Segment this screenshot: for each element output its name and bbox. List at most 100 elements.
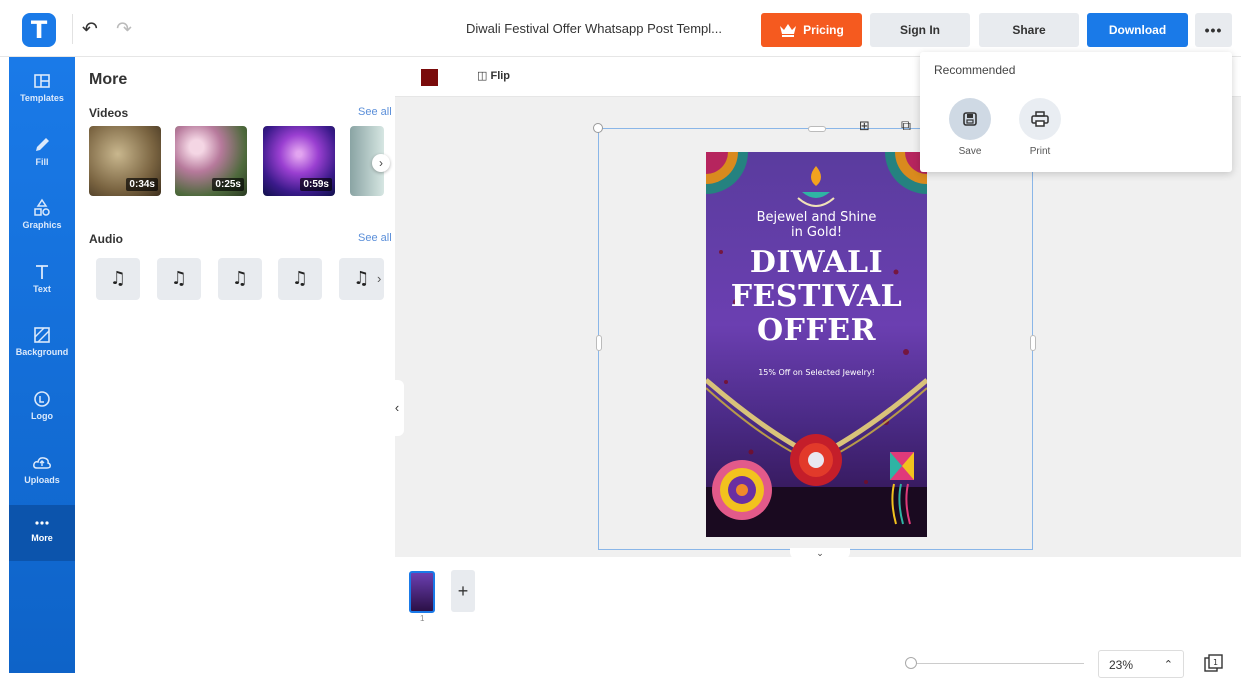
flip-button[interactable]: ◫ Flip: [477, 69, 510, 82]
download-button[interactable]: Download: [1087, 13, 1188, 47]
resize-handle[interactable]: [1030, 335, 1036, 351]
sidebar-item-label: Graphics: [22, 220, 62, 230]
chevron-up-icon: ⌃: [1163, 658, 1173, 671]
page-thumbnail[interactable]: [409, 571, 435, 613]
print-option[interactable]: Print: [1010, 98, 1070, 157]
flip-label: Flip: [490, 70, 511, 82]
add-page-button[interactable]: +: [451, 570, 475, 612]
video-thumbnail[interactable]: 0:25s: [175, 126, 247, 196]
redo-icon[interactable]: ↷: [116, 18, 132, 40]
undo-icon[interactable]: ↶: [82, 18, 98, 40]
poster-tagline-text: Bejewel and Shine in Gold!: [756, 210, 877, 240]
panel-title: More: [89, 71, 128, 88]
video-thumbnail[interactable]: 0:59s: [263, 126, 335, 196]
collapse-panel-button[interactable]: ‹: [390, 380, 404, 436]
pricing-button[interactable]: Pricing: [761, 13, 862, 47]
zoom-slider[interactable]: [906, 663, 1084, 664]
video-duration: 0:34s: [126, 178, 158, 191]
flip-icon: ◫: [477, 69, 488, 82]
music-note-icon: ♫: [231, 268, 249, 289]
text-icon: [36, 265, 48, 279]
zoom-value: 23%: [1109, 658, 1134, 672]
sidebar-item-text[interactable]: Text: [9, 256, 75, 312]
sidebar-item-more[interactable]: More: [9, 505, 75, 561]
duplicate-icon[interactable]: ⧉: [901, 118, 911, 134]
audio-item[interactable]: ♫: [218, 258, 262, 300]
save-option[interactable]: Save: [940, 98, 1000, 157]
sidebar-item-label: Text: [33, 284, 51, 294]
audio-item[interactable]: ♫: [96, 258, 140, 300]
document-title[interactable]: Diwali Festival Offer Whatsapp Post Temp…: [466, 21, 722, 36]
more-options-button[interactable]: •••: [1195, 13, 1232, 47]
print-label: Print: [1029, 146, 1051, 157]
music-note-icon: ♫: [291, 268, 309, 289]
poster-headline: DIWALI FESTIVAL OFFER: [706, 246, 927, 348]
pricing-label: Pricing: [803, 23, 844, 37]
sidebar-item-uploads[interactable]: Uploads: [9, 447, 75, 503]
more-dots-icon: [35, 521, 49, 525]
more-options-dropdown: Recommended Save Print: [920, 52, 1232, 172]
resize-handle[interactable]: [596, 335, 602, 351]
shapes-icon: [34, 198, 50, 216]
chevron-down-icon[interactable]: ⌄: [790, 548, 850, 560]
music-note-icon: ♫: [353, 268, 370, 289]
cloud-upload-icon: [33, 457, 51, 469]
video-thumbnail[interactable]: 0:34s: [89, 126, 161, 196]
sidebar-item-label: Background: [15, 347, 69, 357]
save-icon: [963, 112, 977, 126]
poster-subtext: 15% Off on Selected Jewelry!: [758, 368, 875, 377]
divider: [72, 14, 73, 44]
zoom-select[interactable]: 23% ⌃: [1098, 650, 1184, 678]
share-button[interactable]: Share: [979, 13, 1079, 47]
audio-item[interactable]: ♫: [157, 258, 201, 300]
share-label: Share: [1012, 23, 1046, 37]
poster-headline-line-2: FESTIVAL: [730, 279, 903, 314]
color-swatch[interactable]: [421, 69, 438, 86]
music-note-icon: ♫: [109, 268, 127, 289]
app-logo[interactable]: T: [22, 13, 56, 47]
background-icon: [34, 327, 50, 343]
sidebar-item-background[interactable]: Background: [9, 319, 75, 375]
sidebar-item-label: Uploads: [24, 475, 60, 485]
poster-headline-line-3: OFFER: [756, 313, 877, 348]
video-duration: 0:25s: [212, 178, 244, 191]
chevron-right-icon[interactable]: ›: [372, 154, 390, 172]
audio-heading: Audio: [89, 232, 123, 246]
sidebar-item-fill[interactable]: Fill: [9, 129, 75, 185]
poster-design[interactable]: Bejewel and Shine in Gold! DIWALI FESTIV…: [706, 152, 927, 537]
sidebar-item-logo[interactable]: Logo: [9, 383, 75, 439]
sidebar-item-label: More: [31, 533, 53, 543]
resize-handle[interactable]: [593, 123, 603, 133]
print-icon: [1031, 111, 1049, 127]
pencil-icon: [36, 138, 49, 151]
videos-see-all-link[interactable]: See all: [358, 106, 392, 118]
pages-view-icon[interactable]: 1: [1204, 654, 1224, 677]
download-label: Download: [1108, 23, 1167, 37]
poster-tagline: Bejewel and Shine in Gold!: [706, 210, 927, 240]
video-duration: 0:59s: [300, 178, 332, 191]
music-note-icon: ♫: [170, 268, 188, 289]
poster-headline-line-1: DIWALI: [749, 245, 884, 280]
resize-handle[interactable]: [808, 126, 826, 132]
audio-see-all-link[interactable]: See all: [358, 232, 392, 244]
chevron-right-icon[interactable]: ›: [377, 271, 381, 286]
sidebar-item-label: Fill: [35, 157, 49, 167]
zoom-slider-handle[interactable]: [905, 657, 917, 669]
svg-text:1: 1: [1213, 658, 1218, 667]
crown-icon: [780, 24, 797, 37]
save-label: Save: [958, 146, 982, 157]
add-element-icon[interactable]: ⊞: [859, 119, 870, 134]
templates-icon: [34, 74, 50, 88]
more-panel: More Videos See all 0:34s 0:25s 0:59s › …: [75, 57, 395, 673]
sign-in-button[interactable]: Sign In: [870, 13, 970, 47]
save-option-circle: [949, 98, 991, 140]
plus-icon: +: [457, 581, 469, 601]
sign-in-label: Sign In: [900, 23, 940, 37]
audio-item[interactable]: ♫: [278, 258, 322, 300]
print-option-circle: [1019, 98, 1061, 140]
sidebar-item-label: Templates: [20, 93, 64, 103]
sidebar-item-templates[interactable]: Templates: [9, 65, 75, 121]
sidebar-item-label: Logo: [31, 411, 53, 421]
page-number: 1: [420, 614, 425, 623]
sidebar-item-graphics[interactable]: Graphics: [9, 192, 75, 248]
